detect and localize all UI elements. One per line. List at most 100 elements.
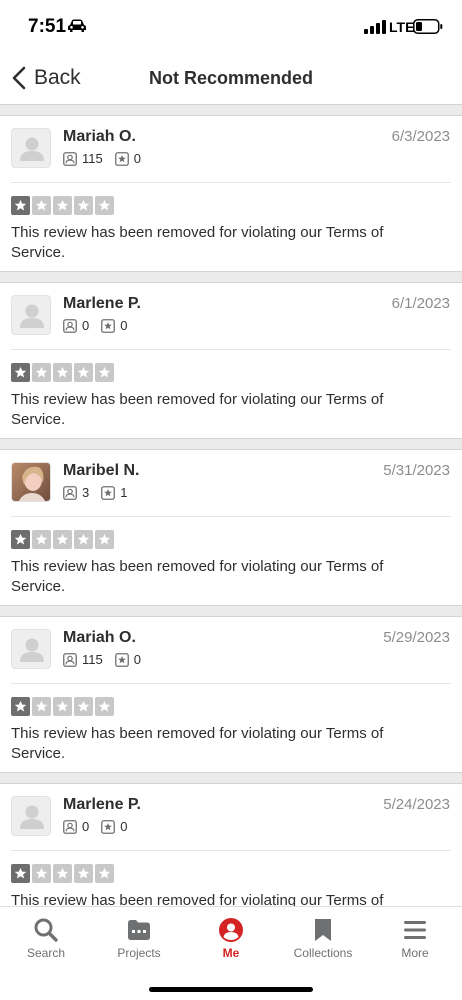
- reviewer-stats: 31: [63, 485, 139, 500]
- divider: [11, 850, 451, 851]
- reviewer-name[interactable]: Marlene P.: [63, 295, 141, 313]
- star-icon: [14, 199, 27, 211]
- tab-me[interactable]: Me: [185, 907, 277, 967]
- star-rating: [11, 363, 116, 382]
- tab-label: Projects: [117, 946, 161, 960]
- star-filled: [11, 864, 30, 883]
- avatar[interactable]: [11, 629, 51, 669]
- section-separator: [0, 605, 462, 617]
- star-filled: [11, 697, 30, 716]
- default-avatar-icon: [20, 137, 44, 161]
- section-separator: [0, 438, 462, 450]
- reviews-count: 0: [133, 151, 141, 166]
- star-icon: [56, 700, 69, 712]
- star-rating: [11, 530, 116, 549]
- review-card[interactable]: Mariah O. 6/3/2023 115 0 This review has bee…: [0, 116, 462, 271]
- star-empty: [53, 363, 72, 382]
- star-empty: [53, 530, 72, 549]
- nav-bar: Back Not Recommended: [0, 52, 462, 104]
- avatar[interactable]: [11, 796, 51, 836]
- avatar[interactable]: [11, 128, 51, 168]
- star-empty: [74, 196, 93, 215]
- review-date: 6/3/2023: [391, 128, 450, 145]
- star-empty: [32, 196, 51, 215]
- menu-icon: [369, 917, 461, 943]
- section-separator: [0, 271, 462, 283]
- reviews-count: 0: [133, 652, 141, 667]
- reviewer-name[interactable]: Mariah O.: [63, 128, 136, 146]
- reviewer-stats: 00: [63, 318, 139, 333]
- page-title: Not Recommended: [148, 68, 314, 88]
- reviews-count: 0: [120, 318, 128, 333]
- star-icon: [35, 533, 48, 545]
- reviewer-name[interactable]: Mariah O.: [63, 629, 136, 647]
- friends-count: 0: [82, 819, 90, 834]
- section-separator: [0, 772, 462, 784]
- tab-label: Search: [26, 946, 66, 960]
- divider: [11, 683, 451, 684]
- avatar[interactable]: [11, 462, 51, 502]
- default-avatar-icon: [20, 805, 44, 829]
- me-icon: [185, 917, 277, 943]
- tab-more[interactable]: More: [369, 907, 461, 967]
- divider: [11, 182, 451, 183]
- star-icon: [56, 533, 69, 545]
- star-empty: [95, 196, 114, 215]
- star-icon: [77, 366, 90, 378]
- reviewer-name[interactable]: Marlene P.: [63, 796, 141, 814]
- review-date: 5/24/2023: [383, 796, 450, 813]
- star-empty: [32, 530, 51, 549]
- review-card[interactable]: Maribel N. 5/31/2023 3 1 This review has bee…: [0, 450, 462, 605]
- status-time: 7:51: [28, 16, 67, 37]
- reviews-icon: [114, 652, 129, 667]
- review-card[interactable]: Mariah O. 5/29/2023 115 0 This review has be…: [0, 617, 462, 772]
- review-text: This review has been removed for violati…: [11, 391, 384, 428]
- star-filled: [11, 530, 30, 549]
- star-icon: [14, 700, 27, 712]
- search-icon: [0, 917, 92, 943]
- star-icon: [14, 867, 27, 879]
- star-empty: [74, 697, 93, 716]
- review-date: 5/31/2023: [383, 462, 450, 479]
- star-icon: [14, 366, 27, 378]
- review-card[interactable]: Marlene P. 5/24/2023 0 0 This review has bee…: [0, 784, 462, 906]
- star-filled: [11, 363, 30, 382]
- review-text: This review has been removed for violati…: [11, 892, 384, 906]
- review-text: This review has been removed for violati…: [11, 224, 384, 261]
- friends-icon: [63, 652, 77, 667]
- divider: [11, 516, 451, 517]
- user-photo-avatar: [12, 463, 50, 501]
- tab-collections[interactable]: Collections: [277, 907, 369, 967]
- star-icon: [98, 700, 111, 712]
- star-icon: [77, 199, 90, 211]
- default-avatar-icon: [20, 638, 44, 662]
- reviewer-stats: 115 0: [63, 151, 153, 166]
- star-empty: [53, 697, 72, 716]
- reviews-icon: [101, 819, 116, 834]
- review-text: This review has been removed for violati…: [11, 558, 384, 595]
- review-list[interactable]: Mariah O. 6/3/2023 115 0 This review has bee…: [0, 104, 462, 906]
- star-empty: [74, 363, 93, 382]
- reviews-count: 1: [120, 485, 128, 500]
- home-indicator: [149, 987, 313, 992]
- section-separator: [0, 104, 462, 116]
- tab-search[interactable]: Search: [0, 907, 92, 967]
- reviewer-stats: 00: [63, 819, 139, 834]
- star-empty: [95, 530, 114, 549]
- review-card[interactable]: Marlene P. 6/1/2023 0 0 This review has been…: [0, 283, 462, 438]
- tab-bar: Search Projects Me Collections More: [0, 906, 462, 1000]
- star-icon: [98, 199, 111, 211]
- reviewer-name[interactable]: Maribel N.: [63, 462, 139, 480]
- star-empty: [32, 363, 51, 382]
- friends-count: 3: [82, 485, 90, 500]
- tab-projects[interactable]: Projects: [93, 907, 185, 967]
- star-icon: [77, 700, 90, 712]
- star-empty: [95, 864, 114, 883]
- star-empty: [74, 530, 93, 549]
- reviews-icon: [114, 151, 129, 166]
- tab-label: Collections: [293, 946, 353, 960]
- avatar[interactable]: [11, 295, 51, 335]
- tab-label: More: [401, 946, 429, 960]
- star-icon: [98, 867, 111, 879]
- star-empty: [53, 864, 72, 883]
